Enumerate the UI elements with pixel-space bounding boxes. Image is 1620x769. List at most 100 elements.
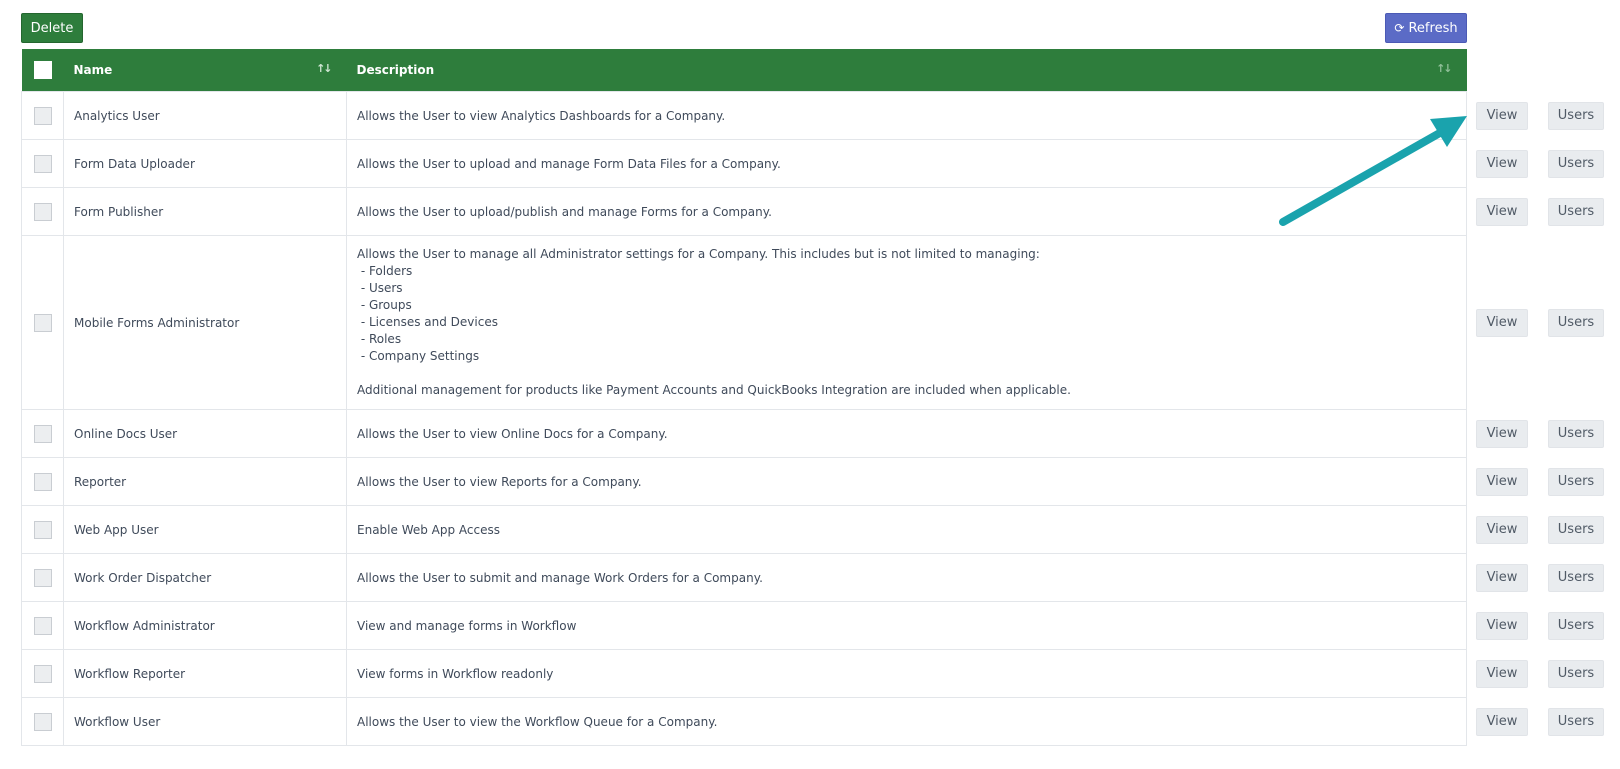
role-description: Allows the User to submit and manage Wor…	[346, 553, 1467, 602]
role-name: Online Docs User	[63, 409, 347, 458]
table-row[interactable]: Workflow User Allows the User to view the…	[21, 697, 1467, 746]
refresh-button[interactable]: ⟳ Refresh	[1385, 13, 1467, 43]
users-button[interactable]: Users	[1548, 563, 1604, 592]
description-line: Additional management for products like …	[357, 383, 1071, 397]
view-button[interactable]: View	[1476, 308, 1528, 337]
row-select-cell	[21, 649, 64, 698]
role-description: Enable Web App Access	[346, 505, 1467, 554]
row-checkbox[interactable]	[33, 202, 52, 221]
role-description: Allows the User to manage all Administra…	[346, 235, 1467, 410]
role-description: Allows the User to upload and manage For…	[346, 139, 1467, 188]
role-name: Web App User	[63, 505, 347, 554]
select-all-checkbox[interactable]	[33, 61, 52, 79]
refresh-label: Refresh	[1408, 20, 1458, 36]
users-button[interactable]: Users	[1548, 308, 1604, 337]
role-name: Workflow Administrator	[63, 601, 347, 650]
row-select-cell	[21, 187, 64, 236]
row-select-cell	[21, 601, 64, 650]
select-all-cell	[21, 49, 64, 92]
table-row[interactable]: Work Order Dispatcher Allows the User to …	[21, 553, 1467, 602]
row-select-cell	[21, 505, 64, 554]
table-row[interactable]: Analytics User Allows the User to view An…	[21, 91, 1467, 140]
column-header-description-label: Description	[356, 63, 435, 77]
description-line: - Users	[357, 281, 403, 295]
row-select-cell	[21, 139, 64, 188]
view-button[interactable]: View	[1476, 419, 1528, 448]
users-button[interactable]: Users	[1548, 467, 1604, 496]
view-button[interactable]: View	[1476, 707, 1528, 736]
role-name: Work Order Dispatcher	[63, 553, 347, 602]
description-line: - Company Settings	[357, 349, 480, 363]
description-line: - Folders	[357, 264, 413, 278]
role-description: Allows the User to view Analytics Dashbo…	[346, 91, 1467, 140]
table-row[interactable]: Form Publisher Allows the User to upload/…	[21, 187, 1467, 236]
role-name: Reporter	[63, 457, 347, 506]
table-row[interactable]: Reporter Allows the User to view Reports …	[21, 457, 1467, 506]
table-row[interactable]: Form Data Uploader Allows the User to upl…	[21, 139, 1467, 188]
description-line: Allows the User to manage all Administra…	[357, 247, 1040, 261]
view-button[interactable]: View	[1476, 515, 1528, 544]
role-description: Allows the User to view the Workflow Que…	[346, 697, 1467, 746]
row-checkbox[interactable]	[33, 313, 52, 332]
role-name: Workflow User	[63, 697, 347, 746]
row-checkbox[interactable]	[33, 664, 52, 683]
role-name: Mobile Forms Administrator	[63, 235, 347, 410]
role-description: Allows the User to view Reports for a Co…	[346, 457, 1467, 506]
view-button[interactable]: View	[1476, 149, 1528, 178]
table-row[interactable]: Workflow Reporter View forms in Workflow …	[21, 649, 1467, 698]
users-button[interactable]: Users	[1548, 149, 1604, 178]
users-button[interactable]: Users	[1548, 101, 1604, 130]
users-button[interactable]: Users	[1548, 659, 1604, 688]
row-select-cell	[21, 235, 64, 410]
view-button[interactable]: View	[1476, 197, 1528, 226]
users-button[interactable]: Users	[1548, 611, 1604, 640]
sort-icon[interactable]: ↑↓	[316, 62, 333, 75]
row-checkbox[interactable]	[33, 616, 52, 635]
row-checkbox[interactable]	[33, 712, 52, 731]
sort-icon[interactable]: ↑↓	[1436, 62, 1453, 75]
role-name: Analytics User	[63, 91, 347, 140]
row-select-cell	[21, 91, 64, 140]
row-checkbox[interactable]	[33, 106, 52, 125]
table-row[interactable]: Mobile Forms Administrator Allows the Use…	[21, 235, 1467, 410]
table-row[interactable]: Online Docs User Allows the User to view …	[21, 409, 1467, 458]
description-line: - Groups	[357, 298, 412, 312]
row-select-cell	[21, 457, 64, 506]
row-select-cell	[21, 697, 64, 746]
view-button[interactable]: View	[1476, 611, 1528, 640]
role-description: View forms in Workflow readonly	[346, 649, 1467, 698]
table-header-row: Name ↑↓ Description ↑↓	[21, 49, 1467, 92]
row-checkbox[interactable]	[33, 520, 52, 539]
description-line	[357, 365, 1456, 382]
role-description: Allows the User to upload/publish and ma…	[346, 187, 1467, 236]
view-button[interactable]: View	[1476, 467, 1528, 496]
role-name: Form Data Uploader	[63, 139, 347, 188]
view-button[interactable]: View	[1476, 563, 1528, 592]
column-header-description[interactable]: Description ↑↓	[346, 49, 1467, 92]
table-row[interactable]: Workflow Administrator View and manage fo…	[21, 601, 1467, 650]
row-checkbox[interactable]	[33, 472, 52, 491]
refresh-icon: ⟳	[1394, 21, 1405, 35]
column-header-name-label: Name	[73, 63, 113, 77]
view-button[interactable]: View	[1476, 101, 1528, 130]
role-name: Form Publisher	[63, 187, 347, 236]
users-button[interactable]: Users	[1548, 515, 1604, 544]
role-name: Workflow Reporter	[63, 649, 347, 698]
description-line: - Roles	[357, 332, 402, 346]
row-select-cell	[21, 409, 64, 458]
column-header-name[interactable]: Name ↑↓	[63, 49, 347, 92]
row-select-cell	[21, 553, 64, 602]
role-description: Allows the User to view Online Docs for …	[346, 409, 1467, 458]
view-button[interactable]: View	[1476, 659, 1528, 688]
row-checkbox[interactable]	[33, 154, 52, 173]
table-row[interactable]: Web App User Enable Web App Access	[21, 505, 1467, 554]
users-button[interactable]: Users	[1548, 707, 1604, 736]
row-checkbox[interactable]	[33, 424, 52, 443]
roles-table: Name ↑↓ Description ↑↓ Analytics User All…	[21, 49, 1467, 746]
role-description: View and manage forms in Workflow	[346, 601, 1467, 650]
users-button[interactable]: Users	[1548, 419, 1604, 448]
row-checkbox[interactable]	[33, 568, 52, 587]
description-line: - Licenses and Devices	[357, 315, 498, 329]
users-button[interactable]: Users	[1548, 197, 1604, 226]
delete-button[interactable]: Delete	[21, 13, 83, 43]
